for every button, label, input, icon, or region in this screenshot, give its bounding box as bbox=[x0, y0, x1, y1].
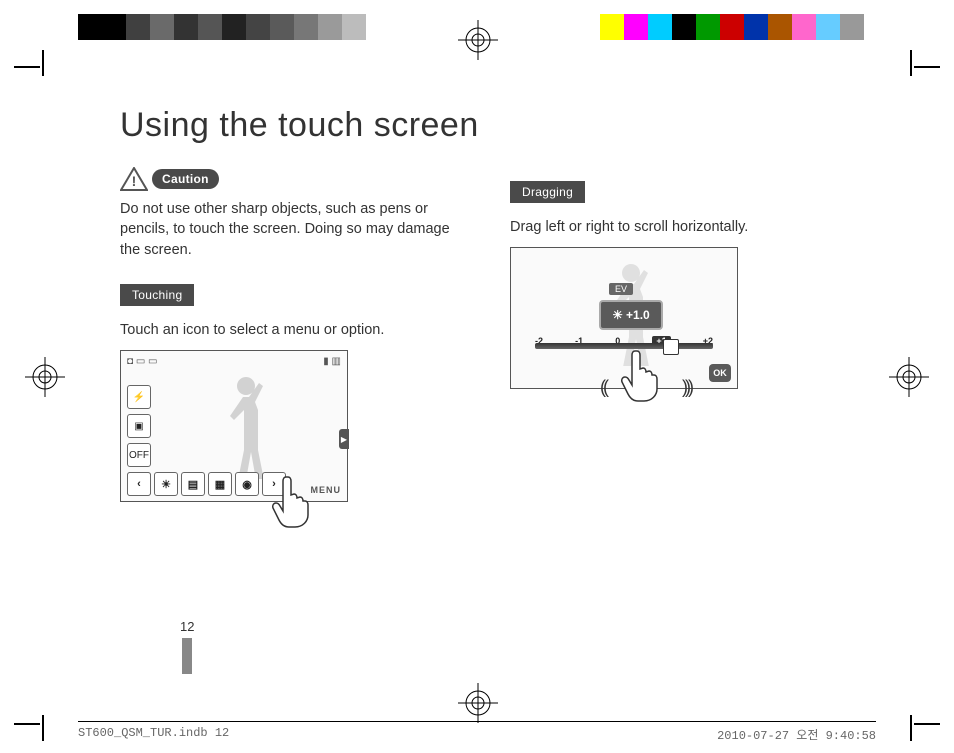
trim-mark bbox=[14, 66, 40, 68]
drag-motion-left-icon: (( bbox=[600, 377, 606, 398]
tab-handle-icon: ▶ bbox=[339, 429, 349, 449]
trim-mark bbox=[914, 66, 940, 68]
mode-icon: ◘ ▭ ▭ bbox=[127, 356, 158, 367]
battery-icon: ▮ ▥ bbox=[323, 356, 341, 367]
ev-title: EV bbox=[609, 283, 633, 295]
page-title: Using the touch screen bbox=[120, 106, 860, 145]
trim-mark bbox=[914, 723, 940, 725]
touching-hand-icon bbox=[266, 469, 316, 529]
warning-triangle-icon: ! bbox=[120, 167, 148, 191]
footer-filename: ST600_QSM_TUR.indb 12 bbox=[78, 726, 229, 743]
touching-illustration: ◘ ▭ ▭ ▮ ▥ ⚡ ▣ OFF ▥ ‹ ☀ ▤ ▦ ◉ bbox=[120, 350, 348, 502]
person-silhouette-icon bbox=[211, 369, 281, 479]
ev-value: +1.0 bbox=[626, 308, 650, 322]
flash-icon: ⚡ bbox=[127, 385, 151, 409]
off-icon: OFF bbox=[127, 443, 151, 467]
ev-icon: ☀ bbox=[154, 472, 178, 496]
caution-row: ! Caution bbox=[120, 167, 470, 191]
page-content: Using the touch screen ! Caution Do not … bbox=[120, 106, 860, 666]
ok-button-icon: OK bbox=[709, 364, 731, 382]
iso-icon: ▤ bbox=[181, 472, 205, 496]
section-label-touching: Touching bbox=[120, 284, 194, 306]
drag-motion-right-icon: ))) bbox=[682, 377, 691, 398]
caution-text: Do not use other sharp objects, such as … bbox=[120, 199, 470, 260]
svg-text:!: ! bbox=[132, 173, 137, 189]
color-bar-right bbox=[600, 14, 864, 40]
slider-knob bbox=[663, 339, 679, 355]
ev-adjust-icon: ☀ bbox=[612, 308, 623, 322]
page-number-block: 12 bbox=[180, 619, 194, 674]
print-footer: ST600_QSM_TUR.indb 12 2010-07-27 오전 9:40… bbox=[78, 721, 876, 743]
registration-mark-icon bbox=[889, 357, 929, 397]
trim-mark bbox=[910, 50, 912, 76]
touching-text: Touch an icon to select a menu or option… bbox=[120, 320, 470, 340]
dragging-hand-icon bbox=[615, 343, 665, 403]
page-number-bar-icon bbox=[182, 638, 192, 674]
color-bar-left bbox=[78, 14, 390, 40]
caution-badge: Caution bbox=[152, 169, 219, 189]
quality-icon: ◉ bbox=[235, 472, 259, 496]
footer-timestamp: 2010-07-27 오전 9:40:58 bbox=[717, 726, 876, 743]
trim-mark bbox=[14, 723, 40, 725]
page-number: 12 bbox=[180, 619, 194, 634]
size-icon: ▦ bbox=[208, 472, 232, 496]
right-column: Dragging Drag left or right to scroll ho… bbox=[510, 167, 860, 502]
section-label-dragging: Dragging bbox=[510, 181, 585, 203]
trim-mark bbox=[42, 715, 44, 741]
registration-mark-icon bbox=[25, 357, 65, 397]
registration-mark-icon bbox=[458, 20, 498, 60]
left-column: ! Caution Do not use other sharp objects… bbox=[120, 167, 470, 502]
screen-status-row: ◘ ▭ ▭ ▮ ▥ bbox=[127, 356, 341, 367]
arrow-left-icon: ‹ bbox=[127, 472, 151, 496]
focus-icon: ▣ bbox=[127, 414, 151, 438]
registration-mark-icon bbox=[458, 683, 498, 723]
trim-mark bbox=[910, 715, 912, 741]
trim-mark bbox=[42, 50, 44, 76]
dragging-text: Drag left or right to scroll horizontall… bbox=[510, 217, 860, 237]
ev-value-box: ☀ +1.0 bbox=[599, 300, 663, 330]
